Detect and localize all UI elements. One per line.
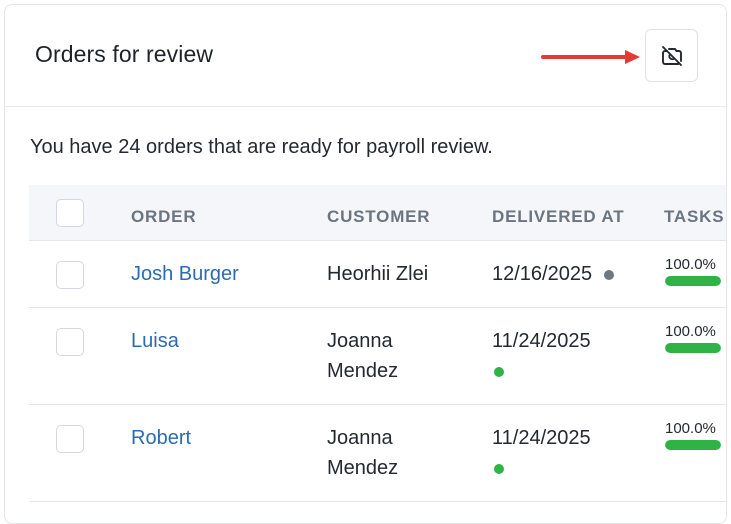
delivered-date: 11/24/2025: [492, 427, 591, 449]
orders-table: ORDER CUSTOMER DELIVERED AT TASKS Josh B…: [29, 185, 726, 502]
progress-bar-fill: [665, 440, 721, 450]
red-arrow-annotation: [541, 50, 640, 64]
row-checkbox[interactable]: [56, 261, 84, 289]
progress-bar-fill: [665, 343, 721, 353]
order-link[interactable]: Luisa: [131, 330, 179, 353]
order-link[interactable]: Robert: [131, 427, 191, 450]
progress-bar: [665, 440, 721, 450]
panel-title: Orders for review: [35, 41, 214, 67]
tasks-percent: 100.0%: [665, 323, 716, 340]
customer-name-line: Mendez: [327, 360, 399, 382]
row-checkbox[interactable]: [56, 328, 84, 356]
column-header-order: ORDER: [131, 207, 197, 226]
tasks-percent: 100.0%: [665, 420, 716, 437]
customer-name: Joanna Mendez: [327, 326, 457, 386]
table-row: Luisa Joanna Mendez 11/24/2025 100.0%: [29, 308, 726, 405]
orders-panel: Orders for review You have 24 orders tha…: [4, 4, 727, 524]
status-dot: [494, 463, 504, 474]
camera-off-icon: [661, 45, 682, 66]
tasks-percent: 100.0%: [665, 256, 716, 273]
summary-text: You have 24 orders that are ready for pa…: [30, 136, 493, 158]
select-all-checkbox[interactable]: [56, 199, 84, 227]
customer-name: Joanna Mendez: [327, 423, 457, 483]
customer-name-line: Joanna: [327, 330, 393, 352]
customer-name-line: Heorhii Zlei: [327, 263, 429, 285]
delivered-date: 12/16/2025: [492, 263, 593, 285]
status-dot: [603, 269, 614, 280]
delivered-at: 11/24/2025: [492, 423, 591, 483]
column-header-customer: CUSTOMER: [327, 207, 431, 226]
customer-name-line: Mendez: [327, 457, 399, 479]
column-header-delivered-at: DELIVERED AT: [492, 207, 625, 226]
tasks-progress: 100.0%: [665, 324, 721, 353]
row-checkbox[interactable]: [56, 425, 84, 453]
tasks-progress: 100.0%: [665, 257, 721, 286]
column-header-tasks: TASKS: [664, 207, 725, 226]
progress-bar: [665, 343, 721, 353]
customer-name-line: Joanna: [327, 427, 393, 449]
delivered-date: 11/24/2025: [492, 330, 591, 352]
customer-name: Heorhii Zlei: [327, 259, 457, 289]
hide-images-button[interactable]: [645, 29, 698, 82]
tasks-progress: 100.0%: [665, 421, 721, 450]
delivered-at: 11/24/2025: [492, 326, 591, 386]
progress-bar: [665, 276, 721, 286]
order-link[interactable]: Josh Burger: [131, 263, 239, 286]
panel-header: Orders for review: [5, 5, 726, 107]
delivered-at: 12/16/2025: [492, 259, 614, 289]
progress-bar-fill: [665, 276, 721, 286]
table-row: Robert Joanna Mendez 11/24/2025 100.0%: [29, 405, 726, 502]
table-header: ORDER CUSTOMER DELIVERED AT TASKS: [29, 185, 726, 241]
table-row: Josh Burger Heorhii Zlei 12/16/2025 100.…: [29, 241, 726, 308]
status-dot: [494, 366, 504, 377]
